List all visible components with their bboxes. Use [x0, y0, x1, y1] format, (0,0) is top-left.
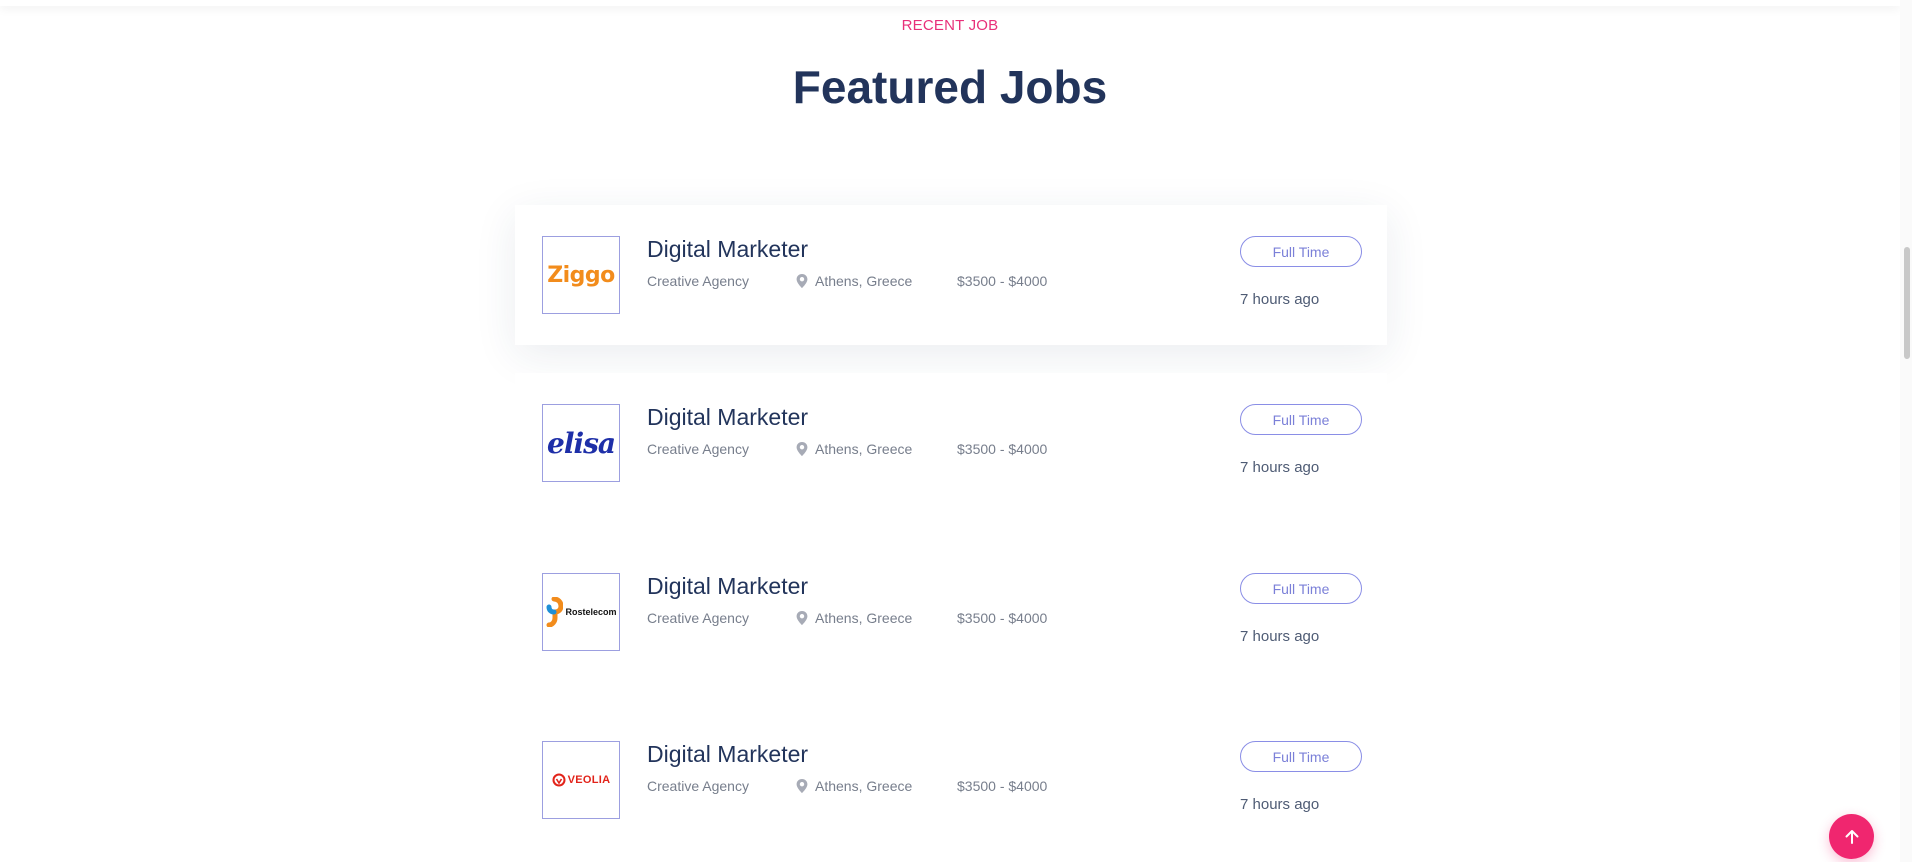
map-pin-icon — [796, 779, 808, 793]
job-company: Creative Agency — [647, 273, 749, 289]
map-pin-icon — [796, 274, 808, 288]
job-posted-time: 7 hours ago — [1240, 459, 1320, 476]
veolia-logo: VEOLIA — [552, 773, 611, 787]
job-location-text: Athens, Greece — [815, 273, 913, 289]
arrow-up-icon — [1845, 829, 1858, 844]
job-title-link[interactable]: Digital Marketer — [647, 404, 808, 431]
job-location: Athens, Greece — [796, 441, 912, 457]
map-pin-icon — [796, 611, 808, 625]
section-title: Featured Jobs — [792, 61, 1108, 113]
ziggo-logo: Ziggo — [547, 262, 615, 288]
job-type-badge[interactable]: Full Time — [1240, 404, 1362, 435]
company-logo[interactable]: Rostelecom — [542, 573, 620, 651]
job-salary: $3500 - $4000 — [957, 273, 1048, 289]
job-company: Creative Agency — [647, 610, 749, 626]
job-posted-time: 7 hours ago — [1240, 796, 1320, 813]
job-salary: $3500 - $4000 — [957, 610, 1048, 626]
job-salary: $3500 - $4000 — [957, 778, 1048, 794]
page: RECENT JOB Featured Jobs Ziggo Digital M… — [0, 0, 1912, 862]
map-pin-icon — [796, 442, 808, 456]
job-title-link[interactable]: Digital Marketer — [647, 573, 808, 600]
job-location-text: Athens, Greece — [815, 610, 913, 626]
job-card[interactable]: Rostelecom Digital Marketer Creative Age… — [515, 542, 1387, 682]
company-logo[interactable]: VEOLIA — [542, 741, 620, 819]
veolia-logo-text: VEOLIA — [567, 774, 611, 786]
job-list: Ziggo Digital Marketer Creative Agency A… — [515, 205, 1387, 862]
job-posted-time: 7 hours ago — [1240, 291, 1320, 308]
elisa-logo: elisa — [547, 426, 616, 460]
job-type-badge[interactable]: Full Time — [1240, 573, 1362, 604]
rostelecom-logo-text: Rostelecom — [565, 607, 617, 617]
rostelecom-mark-icon — [546, 597, 564, 627]
header-shadow — [0, 0, 1900, 6]
veolia-mark-icon — [552, 773, 566, 787]
job-posted-time: 7 hours ago — [1240, 628, 1320, 645]
job-location-text: Athens, Greece — [815, 778, 913, 794]
job-company: Creative Agency — [647, 441, 749, 457]
job-location-text: Athens, Greece — [815, 441, 913, 457]
job-card[interactable]: elisa Digital Marketer Creative Agency A… — [515, 373, 1387, 513]
job-card[interactable]: Ziggo Digital Marketer Creative Agency A… — [515, 205, 1387, 345]
job-type-badge[interactable]: Full Time — [1240, 741, 1362, 772]
job-location: Athens, Greece — [796, 778, 912, 794]
job-type-badge[interactable]: Full Time — [1240, 236, 1362, 267]
scrollbar-thumb[interactable] — [1904, 247, 1910, 359]
company-logo[interactable]: elisa — [542, 404, 620, 482]
company-logo[interactable]: Ziggo — [542, 236, 620, 314]
job-location: Athens, Greece — [796, 273, 912, 289]
job-title-link[interactable]: Digital Marketer — [647, 236, 808, 263]
job-salary: $3500 - $4000 — [957, 441, 1048, 457]
job-company: Creative Agency — [647, 778, 749, 794]
page-scrollbar[interactable] — [1900, 0, 1912, 862]
back-to-top-button[interactable] — [1829, 814, 1874, 859]
job-title-link[interactable]: Digital Marketer — [647, 741, 808, 768]
job-card[interactable]: VEOLIA Digital Marketer Creative Agency … — [515, 710, 1387, 850]
job-location: Athens, Greece — [796, 610, 912, 626]
section-eyebrow: RECENT JOB — [901, 17, 999, 34]
rostelecom-logo: Rostelecom — [545, 597, 617, 627]
